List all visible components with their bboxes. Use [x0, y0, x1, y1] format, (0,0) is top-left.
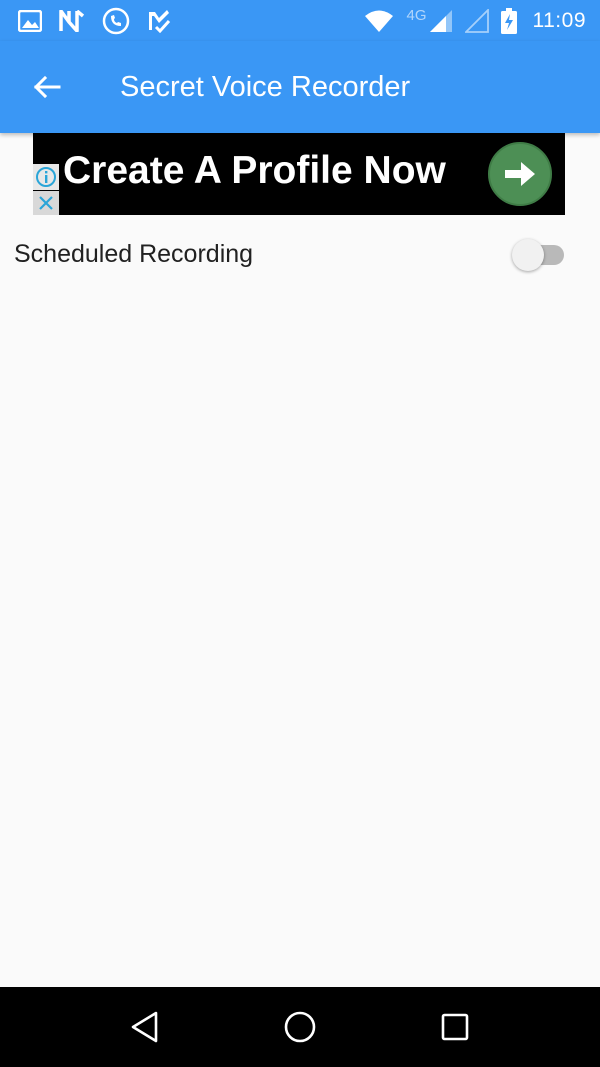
close-icon — [39, 196, 53, 210]
wifi-icon — [364, 9, 394, 33]
ad-headline[interactable]: Create A Profile Now — [63, 149, 446, 193]
switch-thumb — [512, 239, 544, 271]
battery-charging-icon — [500, 7, 517, 34]
ad-banner[interactable]: Create A Profile Now — [33, 133, 565, 215]
scheduled-recording-row[interactable]: Scheduled Recording — [0, 226, 600, 282]
ad-close-button[interactable] — [33, 191, 59, 215]
task-check-icon — [147, 9, 171, 33]
cell-signal-icon — [429, 9, 453, 33]
ad-info-button[interactable] — [33, 164, 59, 190]
page-title: Secret Voice Recorder — [120, 70, 411, 103]
notification-icons — [18, 7, 188, 35]
ad-cta-button[interactable] — [488, 142, 552, 206]
navigation-bar — [0, 987, 600, 1067]
n-app-icon — [59, 9, 85, 32]
nav-home-button[interactable] — [270, 997, 330, 1057]
recents-square-icon — [441, 1013, 468, 1041]
scheduled-recording-switch[interactable] — [512, 236, 568, 272]
status-bar: 4G 11:09 — [0, 0, 600, 41]
phone-sync-icon — [102, 7, 130, 35]
arrow-right-icon — [505, 162, 535, 186]
back-triangle-icon — [132, 1011, 158, 1043]
info-icon — [36, 167, 56, 187]
nav-recents-button[interactable] — [425, 997, 485, 1057]
system-status-icons: 4G 11:09 — [352, 7, 586, 34]
arrow-left-icon — [33, 75, 61, 99]
nav-back-button[interactable] — [115, 997, 175, 1057]
status-time: 11:09 — [532, 8, 586, 32]
gallery-icon — [18, 9, 42, 32]
scheduled-recording-label: Scheduled Recording — [14, 239, 254, 268]
back-button[interactable] — [17, 57, 77, 117]
home-circle-icon — [284, 1011, 316, 1043]
network-type-label: 4G — [406, 7, 427, 24]
app-bar: Secret Voice Recorder — [0, 41, 600, 133]
cell-signal-empty-icon — [464, 8, 489, 33]
